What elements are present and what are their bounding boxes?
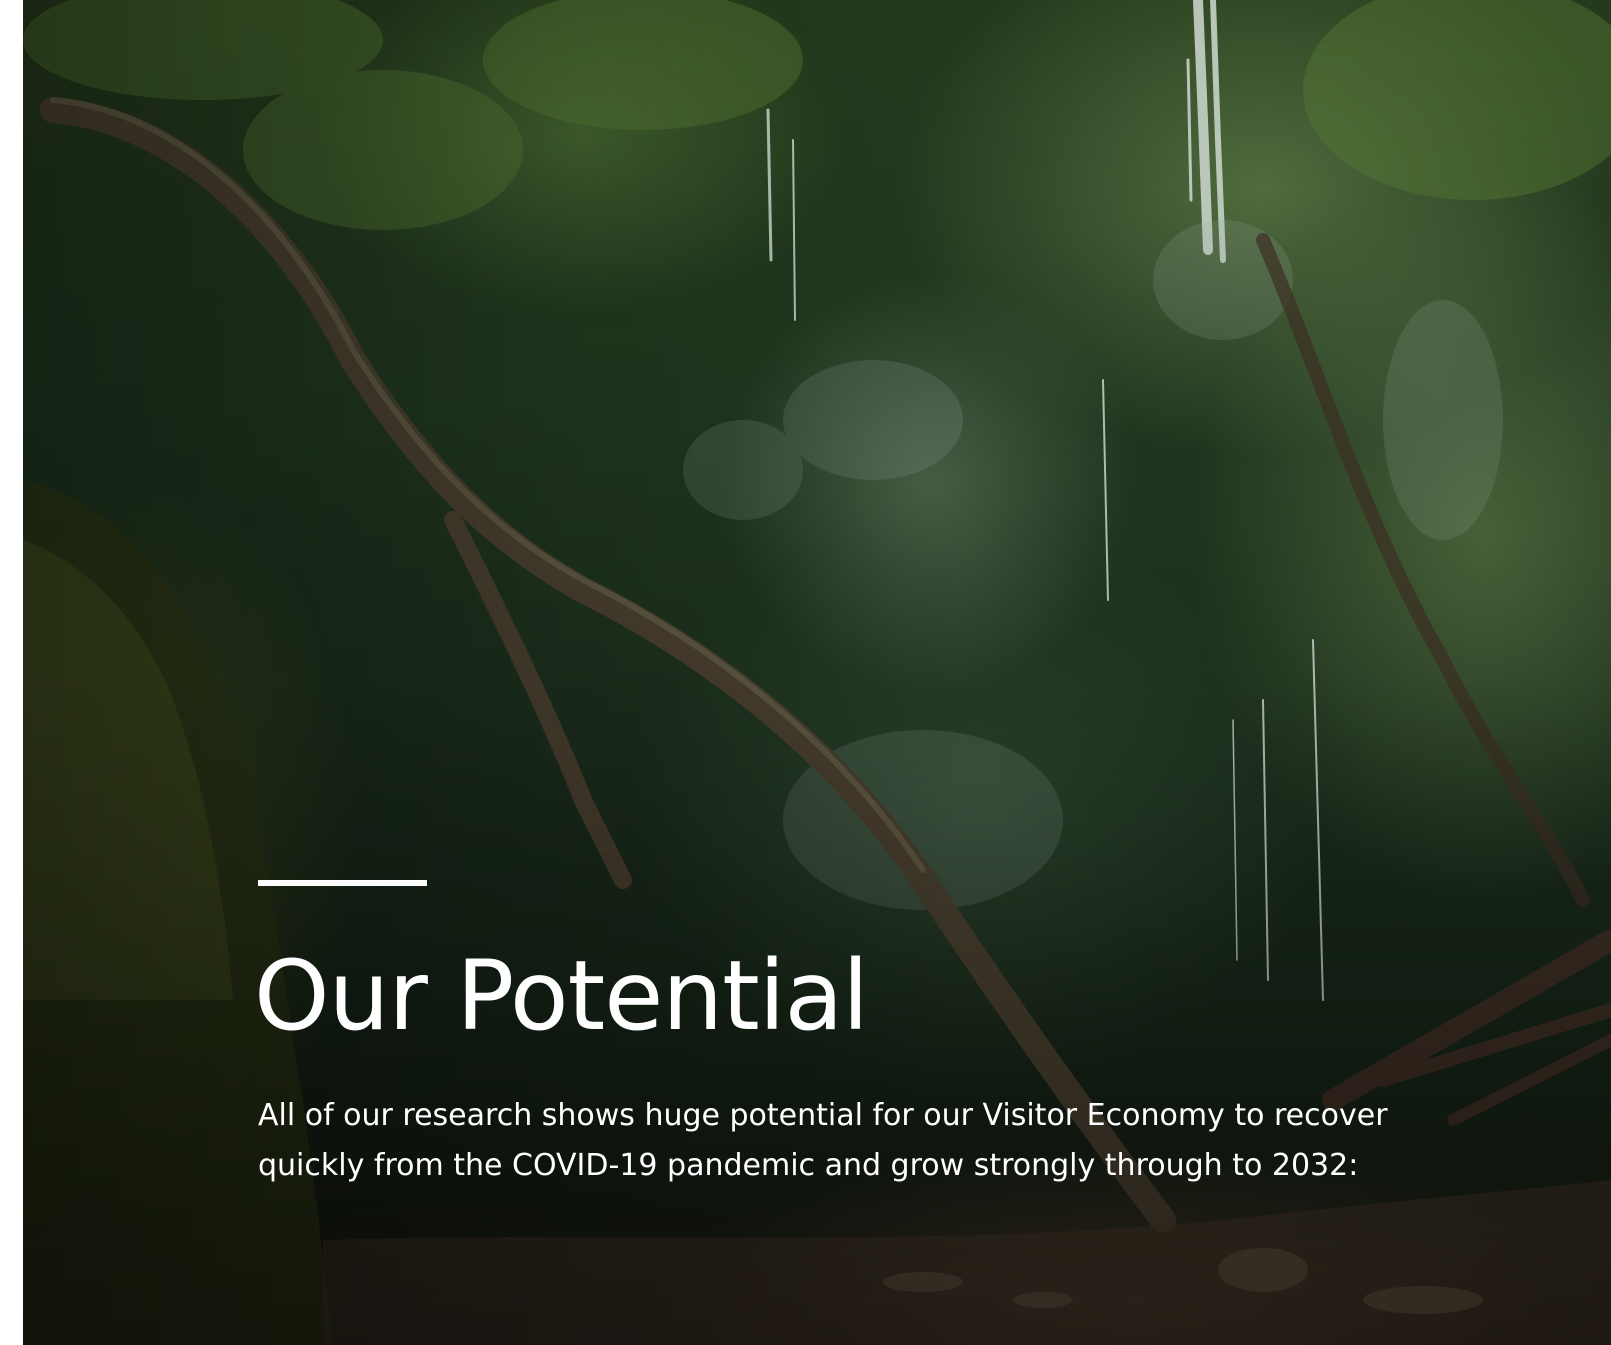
- page-title: Our Potential: [254, 940, 869, 1052]
- page: Our Potential All of our research shows …: [0, 0, 1611, 1345]
- title-accent-rule: [258, 880, 427, 886]
- hero-content: Our Potential All of our research shows …: [254, 880, 1438, 1191]
- intro-paragraph: All of our research shows huge potential…: [258, 1097, 1388, 1183]
